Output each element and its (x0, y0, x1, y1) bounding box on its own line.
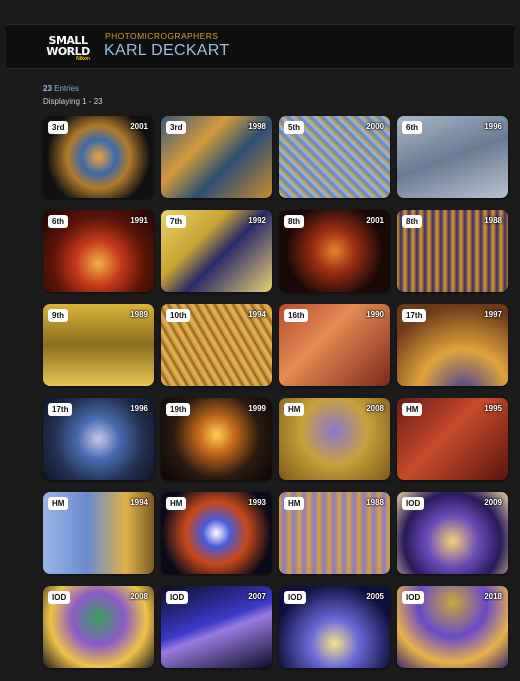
section-subtitle: PHOTOMICROGRAPHERS (105, 31, 219, 41)
photo-card[interactable]: 8th 1988 (397, 210, 508, 292)
year-label: 1993 (248, 498, 266, 507)
photo-card[interactable]: 17th 1996 (43, 398, 154, 480)
photo-card[interactable]: IOD 2018 (397, 586, 508, 668)
photo-card[interactable]: IOD 2009 (397, 492, 508, 574)
year-label: 1995 (484, 404, 502, 413)
entries-label: Entries (54, 84, 80, 93)
photo-card[interactable]: HM 2008 (279, 398, 390, 480)
place-badge: 8th (402, 215, 422, 228)
photo-card[interactable]: 16th 1990 (279, 304, 390, 386)
small-world-logo[interactable]: SMALL WORLD Nikon (42, 33, 94, 63)
year-label: 2000 (366, 122, 384, 131)
place-badge: 9th (48, 309, 68, 322)
photo-card[interactable]: 17th 1997 (397, 304, 508, 386)
place-badge: 3rd (166, 121, 187, 134)
place-badge: HM (284, 497, 305, 510)
year-label: 1997 (484, 310, 502, 319)
year-label: 2018 (484, 592, 502, 601)
photo-card[interactable]: 5th 2000 (279, 116, 390, 198)
photo-card[interactable]: 3rd 2001 (43, 116, 154, 198)
place-badge: 3rd (48, 121, 69, 134)
logo-line1: SMALL (48, 33, 88, 47)
photo-card[interactable]: IOD 2005 (279, 586, 390, 668)
place-badge: IOD (48, 591, 71, 604)
year-label: 1998 (248, 122, 266, 131)
place-badge: 16th (284, 309, 309, 322)
photo-card[interactable]: 3rd 1998 (161, 116, 272, 198)
year-label: 2009 (484, 498, 502, 507)
year-label: 2001 (366, 216, 384, 225)
photo-card[interactable]: HM 1988 (279, 492, 390, 574)
year-label: 1988 (366, 498, 384, 507)
place-badge: IOD (284, 591, 307, 604)
photo-card[interactable]: IOD 2007 (161, 586, 272, 668)
photo-card[interactable]: HM 1994 (43, 492, 154, 574)
year-label: 1990 (366, 310, 384, 319)
photo-card[interactable]: 9th 1989 (43, 304, 154, 386)
year-label: 2001 (130, 122, 148, 131)
photo-card[interactable]: HM 1995 (397, 398, 508, 480)
place-badge: 17th (48, 403, 73, 416)
place-badge: IOD (402, 497, 425, 510)
year-label: 2008 (366, 404, 384, 413)
year-label: 1994 (130, 498, 148, 507)
logo-line2: WORLD (46, 44, 90, 58)
photo-card[interactable]: 7th 1992 (161, 210, 272, 292)
entries-number: 23 (43, 84, 52, 93)
place-badge: 7th (166, 215, 186, 228)
place-badge: IOD (402, 591, 425, 604)
place-badge: HM (402, 403, 423, 416)
year-label: 1991 (130, 216, 148, 225)
place-badge: IOD (166, 591, 189, 604)
photo-card[interactable]: HM 1993 (161, 492, 272, 574)
year-label: 1992 (248, 216, 266, 225)
place-badge: HM (166, 497, 187, 510)
year-label: 1999 (248, 404, 266, 413)
displaying-range: Displaying 1 - 23 (43, 97, 103, 106)
place-badge: 8th (284, 215, 304, 228)
photo-card[interactable]: IOD 2008 (43, 586, 154, 668)
year-label: 1989 (130, 310, 148, 319)
year-label: 1996 (130, 404, 148, 413)
place-badge: 5th (284, 121, 304, 134)
year-label: 2008 (130, 592, 148, 601)
year-label: 2007 (248, 592, 266, 601)
photo-card[interactable]: 6th 1996 (397, 116, 508, 198)
logo-nikon: Nikon (76, 55, 90, 62)
place-badge: HM (48, 497, 69, 510)
page-title: KARL DECKART (104, 42, 230, 59)
place-badge: 17th (402, 309, 427, 322)
place-badge: 6th (402, 121, 422, 134)
photo-card[interactable]: 19th 1999 (161, 398, 272, 480)
year-label: 1994 (248, 310, 266, 319)
place-badge: 10th (166, 309, 191, 322)
photo-card[interactable]: 8th 2001 (279, 210, 390, 292)
year-label: 1996 (484, 122, 502, 131)
place-badge: 6th (48, 215, 68, 228)
place-badge: 19th (166, 403, 191, 416)
entries-count: 23 Entries (43, 84, 79, 93)
photo-card[interactable]: 10th 1994 (161, 304, 272, 386)
year-label: 2005 (366, 592, 384, 601)
photo-card[interactable]: 6th 1991 (43, 210, 154, 292)
year-label: 1988 (484, 216, 502, 225)
photo-grid: 3rd 2001 3rd 1998 5th 2000 6th 1996 6th 1991 7th 19… (43, 116, 508, 668)
place-badge: HM (284, 403, 305, 416)
page-header: SMALL WORLD Nikon PHOTOMICROGRAPHERS KAR… (6, 24, 514, 69)
